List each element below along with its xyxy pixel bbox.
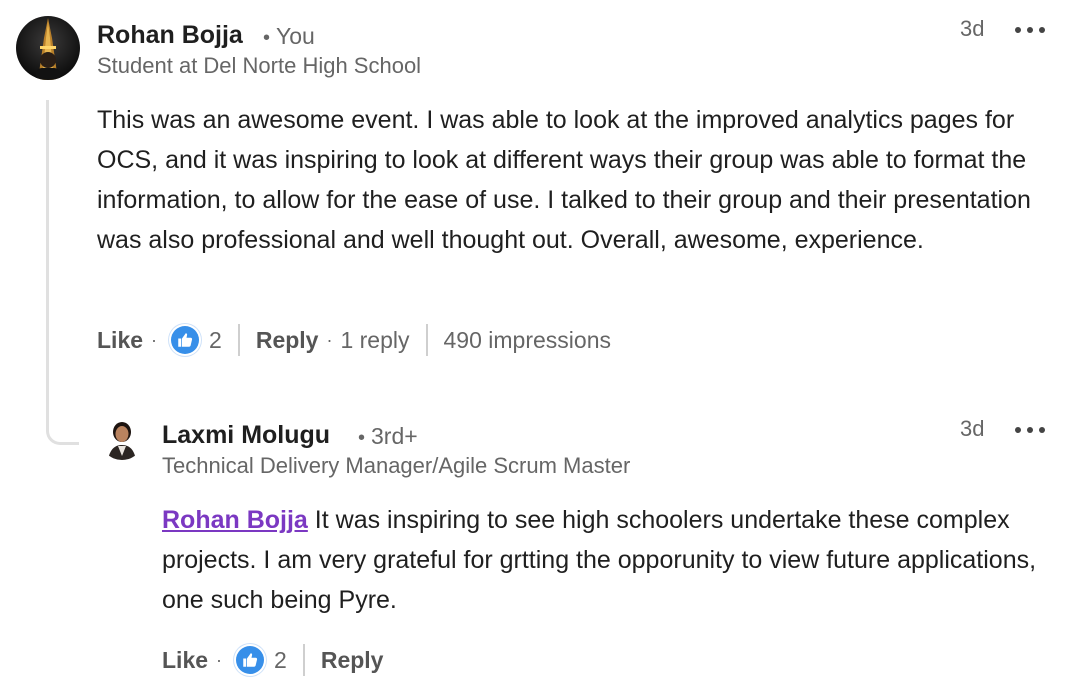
like-button[interactable]: Like xyxy=(162,647,208,674)
separator-dot: • xyxy=(263,27,271,49)
reply-more-options-button[interactable] xyxy=(1015,423,1045,437)
thumbs-up-like-icon[interactable] xyxy=(171,326,200,354)
divider xyxy=(237,324,240,356)
separator-dot: · xyxy=(216,649,223,670)
thread-connector-line xyxy=(46,100,79,445)
avatar[interactable] xyxy=(16,16,80,80)
separator-dot: • xyxy=(358,427,366,449)
reaction-count[interactable]: 2 xyxy=(209,327,222,354)
thumbs-up-like-icon[interactable] xyxy=(236,646,265,674)
separator-dot: · xyxy=(326,329,333,350)
more-options-button[interactable] xyxy=(1015,23,1045,37)
reaction-count[interactable]: 2 xyxy=(274,647,287,674)
author-headline: Student at Del Norte High School xyxy=(97,53,422,78)
more-horizontal-icon xyxy=(1015,27,1021,33)
reply-author-headline: Technical Delivery Manager/Agile Scrum M… xyxy=(162,453,631,478)
connection-degree: • You xyxy=(263,21,315,53)
reply-avatar-photo xyxy=(100,416,144,460)
divider xyxy=(425,324,428,356)
comment-timestamp: 3d xyxy=(960,16,985,41)
reply-actions: Like · 2 Reply xyxy=(162,640,383,680)
more-horizontal-icon xyxy=(1015,427,1021,433)
comment-thread: Rohan Bojja • You Student at Del Norte Hi… xyxy=(0,0,1090,688)
reply-count-link[interactable]: 1 reply xyxy=(340,327,409,354)
degree-label: You xyxy=(276,23,315,49)
reply-avatar[interactable] xyxy=(100,416,144,460)
separator-dot: · xyxy=(151,329,158,350)
reply-author-name[interactable]: Laxmi Molugu xyxy=(162,420,330,450)
reply-timestamp: 3d xyxy=(960,416,985,441)
comment-author-name[interactable]: Rohan Bojja xyxy=(97,20,243,50)
impressions-count[interactable]: 490 impressions xyxy=(444,327,611,354)
reply-button[interactable]: Reply xyxy=(321,647,384,674)
degree-label: 3rd+ xyxy=(371,423,418,449)
mention-link[interactable]: Rohan Bojja xyxy=(162,506,308,534)
divider xyxy=(302,644,305,676)
comment-actions: Like · 2 Reply · 1 reply 490 impressions xyxy=(97,320,611,360)
avatar-photo xyxy=(16,16,80,80)
reply-connection-degree: • 3rd+ xyxy=(358,421,418,453)
reply-button[interactable]: Reply xyxy=(256,327,319,354)
comment-body: This was an awesome event. I was able to… xyxy=(97,106,1031,254)
like-button[interactable]: Like xyxy=(97,327,143,354)
reply-body: Rohan Bojja It was inspiring to see high… xyxy=(162,500,1072,620)
